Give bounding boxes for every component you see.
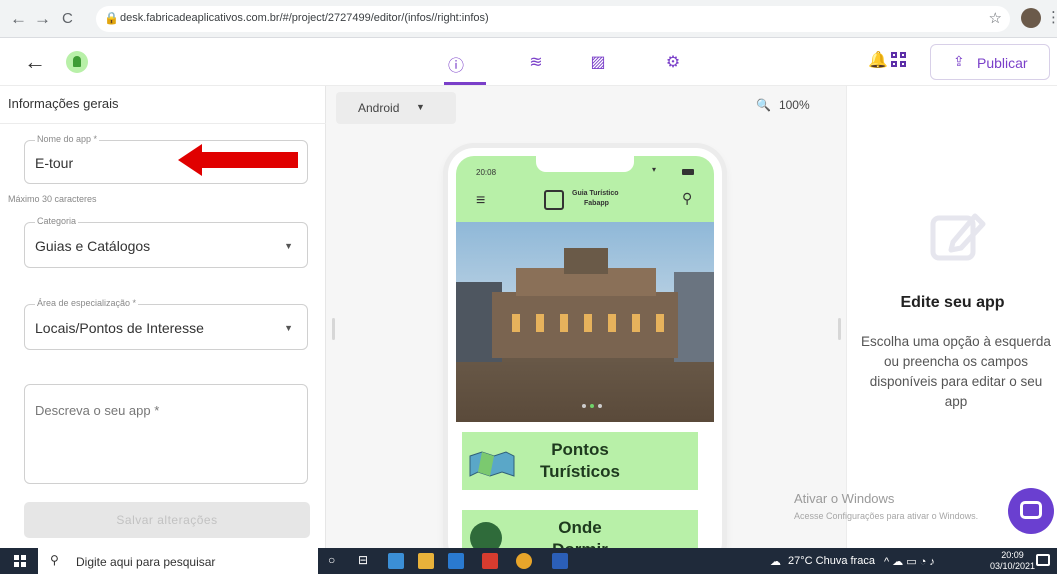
bookmark-star-icon[interactable]: ☆ (989, 9, 1002, 27)
chat-support-button[interactable] (1008, 488, 1054, 534)
system-tray-icons[interactable]: ^ ☁ ▭ ◔ ♪ (884, 555, 935, 568)
word-icon[interactable] (552, 553, 568, 569)
card-title-line2: Turísticos (540, 462, 620, 481)
zoom-control[interactable]: 🔍 100% (756, 98, 810, 112)
search-icon[interactable]: ⚲ (682, 190, 692, 207)
resize-handle-left[interactable] (332, 318, 335, 340)
platform-select[interactable]: Android ▼ (336, 92, 456, 124)
browser-menu-icon[interactable]: ⋮ (1046, 8, 1057, 26)
map-pin-icon (544, 190, 564, 210)
browser-forward-icon[interactable]: → (34, 9, 51, 29)
phone-app-title: Guia Turístico (572, 190, 619, 197)
app-name-value[interactable]: E-tour (35, 155, 73, 171)
browser-back-icon[interactable]: ← (10, 9, 27, 29)
phone-mockup: 20:08 ▾ ≡ Guia Turístico Fabapp ⚲ Pontos… (448, 148, 722, 568)
phone-app-subtitle: Fabapp (584, 200, 609, 207)
app-name-label: Nome do app * (35, 134, 100, 144)
app-name-helper: Máximo 30 caracteres (8, 194, 97, 204)
lock-icon: 🔒 (104, 11, 119, 25)
taskbar-search-placeholder: Digite aqui para pesquisar (76, 555, 216, 569)
publish-label: Publicar (977, 55, 1028, 71)
carousel-dots[interactable] (582, 404, 602, 410)
url-text: desk.fabricadeaplicativos.com.br/#/proje… (120, 12, 489, 24)
notification-icon[interactable] (1036, 554, 1050, 566)
zoom-icon: 🔍 (756, 98, 771, 112)
description-textarea[interactable]: Descreva o seu app * (24, 384, 308, 484)
weather-text[interactable]: 27°C Chuva fraca (788, 555, 875, 567)
phone-time: 20:08 (476, 168, 497, 177)
chevron-down-icon: ▼ (416, 102, 425, 112)
windows-taskbar: ⚲ Digite aqui para pesquisar ○ ⊟ ☁ 27°C … (0, 548, 1057, 574)
tab-settings-icon[interactable]: ⚙ (662, 52, 684, 72)
weather-icon: ☁ (770, 556, 781, 568)
resize-handle-right[interactable] (838, 318, 841, 340)
description-placeholder: Descreva o seu app * (35, 403, 160, 418)
category-select[interactable]: Categoria Guias e Catálogos ▼ (24, 216, 308, 268)
cortana-icon[interactable]: ○ (328, 553, 335, 567)
office-icon[interactable] (482, 553, 498, 569)
profile-avatar[interactable] (1021, 8, 1041, 28)
card-title-line1: Pontos (551, 440, 609, 459)
browser-chrome: ← → C 🔒 desk.fabricadeaplicativos.com.br… (0, 0, 1057, 38)
store-icon[interactable] (418, 553, 434, 569)
phone-app-header: 20:08 ▾ ≡ Guia Turístico Fabapp ⚲ (456, 156, 714, 222)
panel-title: Informações gerais (8, 96, 119, 111)
windows-activation-title: Ativar o Windows (794, 491, 895, 506)
clock-time: 20:09 (1001, 550, 1024, 560)
clock-date: 03/10/2021 (990, 561, 1036, 571)
category-value: Guias e Catálogos (35, 238, 151, 254)
hamburger-menu-icon[interactable]: ≡ (476, 192, 485, 210)
tab-image-icon[interactable]: ▨ (587, 52, 609, 72)
mail-icon[interactable] (448, 553, 464, 569)
save-button[interactable]: Salvar alterações (24, 502, 310, 538)
reload-icon[interactable]: C (62, 10, 73, 27)
edit-panel: Edite seu app Escolha uma opção à esquer… (846, 86, 1057, 548)
specialization-value: Locais/Pontos de Interesse (35, 320, 204, 336)
chevron-down-icon: ▼ (284, 323, 293, 333)
wifi-icon: ▾ (652, 165, 657, 174)
chat-icon (1020, 501, 1042, 519)
back-arrow-icon[interactable]: ← (24, 49, 46, 75)
divider (0, 123, 326, 124)
chrome-icon[interactable] (516, 553, 532, 569)
task-view-icon[interactable]: ⊟ (358, 553, 368, 567)
windows-activation-subtitle: Acesse Configurações para ativar o Windo… (794, 511, 979, 521)
address-bar[interactable]: 🔒 desk.fabricadeaplicativos.com.br/#/pro… (96, 6, 1010, 32)
active-tab-indicator (444, 82, 486, 85)
zoom-value: 100% (778, 98, 810, 112)
clock[interactable]: 20:09 03/10/2021 (990, 550, 1035, 572)
publish-icon: ⇪ (953, 53, 965, 69)
phone-notch (536, 156, 634, 172)
general-info-panel: Informações gerais Nome do app * E-tour … (0, 86, 326, 548)
edit-icon (930, 213, 986, 261)
chevron-down-icon: ▼ (284, 241, 293, 251)
platform-value: Android (358, 101, 400, 115)
theater-photo (456, 222, 714, 422)
edit-panel-description: Escolha uma opção à esquerda ou preencha… (861, 334, 1051, 409)
bell-icon[interactable]: 🔔 (868, 50, 888, 70)
battery-icon (682, 169, 694, 175)
tab-info-icon[interactable]: ⓘ (445, 52, 467, 76)
grid-icon[interactable] (891, 52, 907, 68)
card-pontos-turisticos[interactable]: Pontos Turísticos (462, 432, 698, 490)
search-icon: ⚲ (50, 553, 59, 567)
windows-start-icon[interactable] (14, 555, 26, 567)
red-arrow-annotation (178, 144, 298, 176)
app-header: ← ⓘ ≋ ▨ ⚙ 🔔 ⇪ Publicar (0, 38, 1057, 86)
card-title-line1: Onde (558, 518, 602, 537)
specialization-select[interactable]: Área de especialização * Locais/Pontos d… (24, 298, 308, 350)
publish-button[interactable]: ⇪ Publicar (930, 44, 1050, 80)
taskbar-search-box[interactable]: ⚲ Digite aqui para pesquisar (38, 548, 318, 574)
tab-layers-icon[interactable]: ≋ (525, 52, 547, 72)
category-label: Categoria (35, 216, 79, 226)
preview-area: Android ▼ 🔍 100% 20:08 ▾ ≡ Guia Turístico… (326, 86, 846, 568)
specialization-label: Área de especialização * (35, 298, 139, 308)
file-explorer-icon[interactable] (388, 553, 404, 569)
edit-panel-title: Edite seu app (900, 294, 1005, 311)
app-logo (66, 51, 88, 73)
